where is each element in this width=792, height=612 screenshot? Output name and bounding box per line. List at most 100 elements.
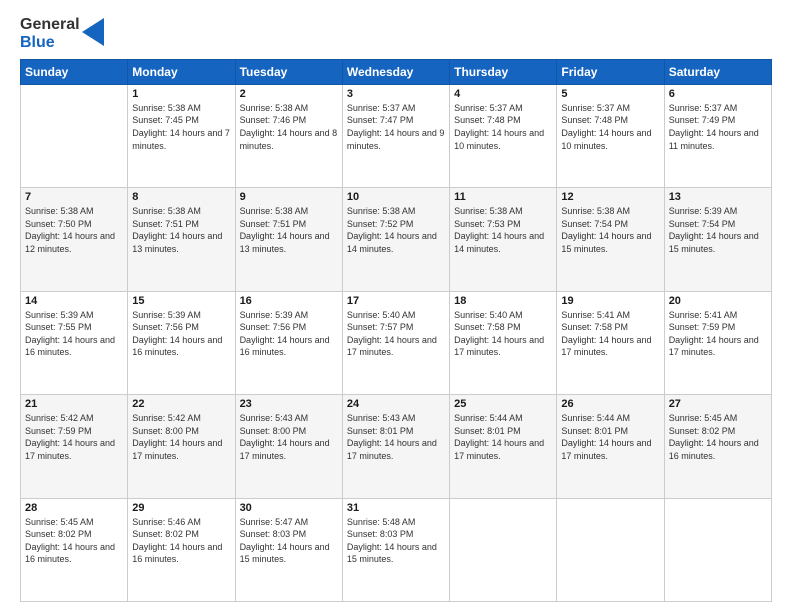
calendar-cell: 27 Sunrise: 5:45 AMSunset: 8:02 PMDayligh… [664,395,771,498]
day-info: Sunrise: 5:44 AMSunset: 8:01 PMDaylight:… [561,412,659,462]
day-number: 19 [561,295,659,307]
day-number: 14 [25,295,123,307]
weekday-header-saturday: Saturday [664,59,771,84]
day-info: Sunrise: 5:37 AMSunset: 7:48 PMDaylight:… [561,102,659,152]
day-info: Sunrise: 5:39 AMSunset: 7:54 PMDaylight:… [669,205,767,255]
weekday-header-friday: Friday [557,59,664,84]
calendar-week-4: 21 Sunrise: 5:42 AMSunset: 7:59 PMDayligh… [21,395,772,498]
day-info: Sunrise: 5:38 AMSunset: 7:52 PMDaylight:… [347,205,445,255]
calendar-cell: 16 Sunrise: 5:39 AMSunset: 7:56 PMDayligh… [235,291,342,394]
day-number: 13 [669,191,767,203]
calendar-cell: 9 Sunrise: 5:38 AMSunset: 7:51 PMDaylight… [235,188,342,291]
day-number: 29 [132,502,230,514]
day-number: 1 [132,88,230,100]
calendar-cell: 8 Sunrise: 5:38 AMSunset: 7:51 PMDaylight… [128,188,235,291]
logo-general: General [20,16,80,34]
day-info: Sunrise: 5:38 AMSunset: 7:50 PMDaylight:… [25,205,123,255]
calendar-cell: 14 Sunrise: 5:39 AMSunset: 7:55 PMDayligh… [21,291,128,394]
logo: General Blue [20,16,104,53]
day-info: Sunrise: 5:38 AMSunset: 7:51 PMDaylight:… [240,205,338,255]
weekday-header-wednesday: Wednesday [342,59,449,84]
weekday-header-sunday: Sunday [21,59,128,84]
calendar-cell: 2Sunrise: 5:38 AMSunset: 7:46 PMDaylight… [235,84,342,187]
day-info: Sunrise: 5:38 AMSunset: 7:45 PMDaylight:… [132,102,230,152]
day-info: Sunrise: 5:38 AMSunset: 7:54 PMDaylight:… [561,205,659,255]
day-number: 22 [132,398,230,410]
calendar-cell: 17Sunrise: 5:40 AMSunset: 7:57 PMDayligh… [342,291,449,394]
weekday-header-tuesday: Tuesday [235,59,342,84]
weekday-header-monday: Monday [128,59,235,84]
day-number: 28 [25,502,123,514]
day-info: Sunrise: 5:39 AMSunset: 7:55 PMDaylight:… [25,309,123,359]
day-info: Sunrise: 5:47 AMSunset: 8:03 PMDaylight:… [240,516,338,566]
day-info: Sunrise: 5:42 AMSunset: 8:00 PMDaylight:… [132,412,230,462]
day-number: 27 [669,398,767,410]
day-number: 4 [454,88,552,100]
calendar-cell: 15Sunrise: 5:39 AMSunset: 7:56 PMDayligh… [128,291,235,394]
day-number: 31 [347,502,445,514]
calendar-cell [664,498,771,601]
calendar-cell: 12Sunrise: 5:38 AMSunset: 7:54 PMDayligh… [557,188,664,291]
calendar-cell: 5 Sunrise: 5:37 AMSunset: 7:48 PMDaylight… [557,84,664,187]
calendar-cell: 7 Sunrise: 5:38 AMSunset: 7:50 PMDaylight… [21,188,128,291]
day-number: 16 [240,295,338,307]
day-number: 8 [132,191,230,203]
day-number: 24 [347,398,445,410]
day-number: 2 [240,88,338,100]
day-info: Sunrise: 5:37 AMSunset: 7:47 PMDaylight:… [347,102,445,152]
day-number: 18 [454,295,552,307]
day-info: Sunrise: 5:48 AMSunset: 8:03 PMDaylight:… [347,516,445,566]
calendar-cell [450,498,557,601]
day-number: 25 [454,398,552,410]
calendar-cell: 31 Sunrise: 5:48 AMSunset: 8:03 PMDayligh… [342,498,449,601]
day-info: Sunrise: 5:46 AMSunset: 8:02 PMDaylight:… [132,516,230,566]
calendar-cell [557,498,664,601]
day-info: Sunrise: 5:42 AMSunset: 7:59 PMDaylight:… [25,412,123,462]
day-info: Sunrise: 5:40 AMSunset: 7:57 PMDaylight:… [347,309,445,359]
day-number: 5 [561,88,659,100]
calendar-cell: 30Sunrise: 5:47 AMSunset: 8:03 PMDayligh… [235,498,342,601]
calendar-cell: 28Sunrise: 5:45 AMSunset: 8:02 PMDayligh… [21,498,128,601]
logo-blue: Blue [20,34,80,52]
day-number: 21 [25,398,123,410]
calendar-cell: 3 Sunrise: 5:37 AMSunset: 7:47 PMDaylight… [342,84,449,187]
calendar-cell: 26 Sunrise: 5:44 AMSunset: 8:01 PMDayligh… [557,395,664,498]
calendar-cell: 25 Sunrise: 5:44 AMSunset: 8:01 PMDayligh… [450,395,557,498]
day-info: Sunrise: 5:44 AMSunset: 8:01 PMDaylight:… [454,412,552,462]
calendar-cell: 1 Sunrise: 5:38 AMSunset: 7:45 PMDaylight… [128,84,235,187]
day-number: 26 [561,398,659,410]
day-number: 3 [347,88,445,100]
calendar-cell: 29 Sunrise: 5:46 AMSunset: 8:02 PMDayligh… [128,498,235,601]
logo-triangle-icon [82,18,104,46]
calendar-week-1: 1 Sunrise: 5:38 AMSunset: 7:45 PMDaylight… [21,84,772,187]
calendar-cell: 13 Sunrise: 5:39 AMSunset: 7:54 PMDayligh… [664,188,771,291]
day-info: Sunrise: 5:38 AMSunset: 7:51 PMDaylight:… [132,205,230,255]
day-info: Sunrise: 5:41 AMSunset: 7:58 PMDaylight:… [561,309,659,359]
day-info: Sunrise: 5:43 AMSunset: 8:01 PMDaylight:… [347,412,445,462]
day-info: Sunrise: 5:41 AMSunset: 7:59 PMDaylight:… [669,309,767,359]
calendar-cell: 18 Sunrise: 5:40 AMSunset: 7:58 PMDayligh… [450,291,557,394]
day-number: 23 [240,398,338,410]
calendar-cell [21,84,128,187]
calendar-cell: 21 Sunrise: 5:42 AMSunset: 7:59 PMDayligh… [21,395,128,498]
day-info: Sunrise: 5:39 AMSunset: 7:56 PMDaylight:… [240,309,338,359]
day-info: Sunrise: 5:37 AMSunset: 7:48 PMDaylight:… [454,102,552,152]
calendar-cell: 23Sunrise: 5:43 AMSunset: 8:00 PMDayligh… [235,395,342,498]
day-info: Sunrise: 5:40 AMSunset: 7:58 PMDaylight:… [454,309,552,359]
calendar-cell: 22 Sunrise: 5:42 AMSunset: 8:00 PMDayligh… [128,395,235,498]
weekday-header-row: SundayMondayTuesdayWednesdayThursdayFrid… [21,59,772,84]
calendar-cell: 24 Sunrise: 5:43 AMSunset: 8:01 PMDayligh… [342,395,449,498]
calendar-cell: 10 Sunrise: 5:38 AMSunset: 7:52 PMDayligh… [342,188,449,291]
day-info: Sunrise: 5:45 AMSunset: 8:02 PMDaylight:… [669,412,767,462]
day-number: 9 [240,191,338,203]
day-number: 11 [454,191,552,203]
day-number: 7 [25,191,123,203]
day-info: Sunrise: 5:39 AMSunset: 7:56 PMDaylight:… [132,309,230,359]
calendar-week-3: 14 Sunrise: 5:39 AMSunset: 7:55 PMDayligh… [21,291,772,394]
calendar-week-2: 7 Sunrise: 5:38 AMSunset: 7:50 PMDaylight… [21,188,772,291]
calendar-cell: 20Sunrise: 5:41 AMSunset: 7:59 PMDayligh… [664,291,771,394]
calendar-cell: 6Sunrise: 5:37 AMSunset: 7:49 PMDaylight… [664,84,771,187]
calendar-week-5: 28Sunrise: 5:45 AMSunset: 8:02 PMDayligh… [21,498,772,601]
day-number: 10 [347,191,445,203]
day-number: 6 [669,88,767,100]
